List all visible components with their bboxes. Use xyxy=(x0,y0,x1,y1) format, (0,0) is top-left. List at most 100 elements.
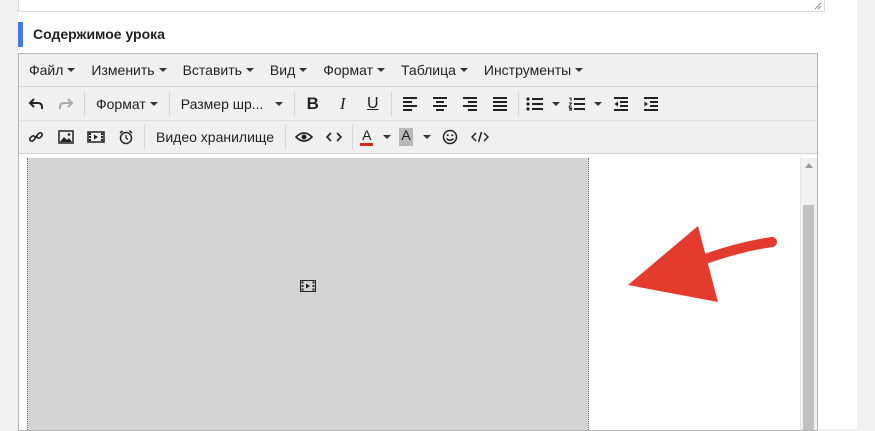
toolbar-separator xyxy=(168,91,170,116)
background-color-icon: A xyxy=(399,128,413,146)
background-color-button[interactable]: A xyxy=(395,124,434,150)
menu-table-label: Таблица xyxy=(400,62,456,78)
menu-format-label: Формат xyxy=(323,62,373,78)
menu-tools-label: Инструменты xyxy=(483,62,572,78)
italic-button[interactable]: I xyxy=(328,91,358,117)
menu-table[interactable]: Таблица xyxy=(393,54,476,86)
bold-button[interactable]: B xyxy=(298,91,328,117)
undo-button[interactable] xyxy=(21,91,51,117)
align-left-button[interactable] xyxy=(395,91,425,117)
video-storage-label: Видео хранилище xyxy=(156,129,275,145)
chevron-down-icon xyxy=(459,68,468,72)
editor-scrollbar[interactable] xyxy=(800,158,817,430)
redo-icon xyxy=(59,97,74,109)
text-color-button[interactable]: A xyxy=(356,124,395,150)
resize-grip-icon[interactable] xyxy=(814,2,822,10)
underline-button[interactable]: U xyxy=(358,91,388,117)
chevron-down-icon xyxy=(245,68,254,72)
preview-button[interactable] xyxy=(289,124,319,150)
toolbar-separator xyxy=(84,91,85,116)
eye-icon xyxy=(295,132,314,142)
source-code-icon xyxy=(470,131,489,143)
section-title: Содержимое урока xyxy=(18,22,165,47)
insert-media-button[interactable] xyxy=(81,124,111,150)
indent-icon xyxy=(643,96,658,111)
chevron-down-icon xyxy=(575,68,584,72)
chevron-down-icon xyxy=(593,101,602,106)
editor-toolbar: Формат Размер шр... B I U Видео хранилищ… xyxy=(19,87,817,154)
format-select[interactable]: Формат xyxy=(88,91,166,117)
toolbar-row-2: Видео хранилище A A xyxy=(19,120,817,153)
insert-datetime-button[interactable] xyxy=(111,124,141,150)
align-right-button[interactable] xyxy=(455,91,485,117)
chevron-down-icon xyxy=(551,101,560,106)
redo-button[interactable] xyxy=(51,91,81,117)
chevron-down-icon xyxy=(149,101,158,106)
code-button[interactable] xyxy=(319,124,349,150)
scrollbar-thumb[interactable] xyxy=(803,205,814,430)
scroll-up-arrow-icon[interactable] xyxy=(805,163,813,168)
format-select-label: Формат xyxy=(96,95,146,112)
toolbar-separator xyxy=(293,91,295,116)
font-size-select[interactable]: Размер шр... xyxy=(173,91,291,117)
menu-file-label: Файл xyxy=(29,62,64,78)
chevron-down-icon xyxy=(299,68,308,72)
film-icon xyxy=(300,280,316,292)
image-icon xyxy=(58,130,74,144)
menu-view-label: Вид xyxy=(269,62,296,78)
text-color-icon: A xyxy=(360,128,374,146)
indent-button[interactable] xyxy=(636,91,666,117)
menu-view[interactable]: Вид xyxy=(262,54,315,86)
emoticons-button[interactable] xyxy=(435,124,465,150)
menu-edit-label: Изменить xyxy=(91,62,155,78)
menu-edit[interactable]: Изменить xyxy=(83,54,174,86)
smiley-icon xyxy=(442,129,457,145)
previous-textarea[interactable] xyxy=(18,0,825,12)
insert-link-button[interactable] xyxy=(21,124,51,150)
chevron-down-icon xyxy=(383,135,392,139)
insert-image-button[interactable] xyxy=(51,124,81,150)
numbered-list-icon xyxy=(567,97,585,110)
underline-icon: U xyxy=(366,94,379,112)
font-size-select-label: Размер шр... xyxy=(180,95,264,112)
chevron-down-icon xyxy=(422,135,431,139)
align-justify-icon xyxy=(492,96,507,111)
toolbar-separator xyxy=(144,125,145,149)
menu-format[interactable]: Формат xyxy=(315,54,393,86)
film-icon xyxy=(87,131,105,143)
video-embed-placeholder[interactable] xyxy=(27,158,589,430)
align-center-icon xyxy=(432,96,447,111)
link-icon xyxy=(28,131,44,143)
code-icon xyxy=(326,132,343,142)
bullet-list-icon xyxy=(526,96,543,111)
chevron-down-icon xyxy=(274,101,283,106)
bullet-list-button[interactable] xyxy=(522,91,564,117)
menu-insert-label: Вставить xyxy=(182,62,242,78)
video-storage-button[interactable]: Видео хранилище xyxy=(148,124,282,150)
toolbar-separator xyxy=(390,91,392,116)
outdent-button[interactable] xyxy=(606,91,636,117)
align-left-icon xyxy=(402,96,417,111)
align-justify-button[interactable] xyxy=(485,91,515,117)
alarm-clock-icon xyxy=(119,130,133,145)
chevron-down-icon xyxy=(376,68,385,72)
chevron-down-icon xyxy=(158,68,167,72)
outdent-icon xyxy=(613,96,628,111)
toolbar-separator xyxy=(352,125,354,149)
toolbar-separator xyxy=(517,91,519,116)
menu-file[interactable]: Файл xyxy=(21,54,83,86)
bold-icon: B xyxy=(306,93,319,113)
undo-icon xyxy=(28,97,43,109)
source-code-button[interactable] xyxy=(465,124,495,150)
menu-insert[interactable]: Вставить xyxy=(175,54,262,86)
toolbar-row-1: Формат Размер шр... B I U xyxy=(19,87,817,120)
editor-menubar: Файл Изменить Вставить Вид Формат Таблиц… xyxy=(19,54,817,87)
menu-tools[interactable]: Инструменты xyxy=(476,54,591,86)
italic-icon: I xyxy=(339,93,346,113)
numbered-list-button[interactable] xyxy=(564,91,606,117)
align-right-icon xyxy=(462,96,477,111)
page-scrollbar[interactable] xyxy=(858,0,875,429)
align-center-button[interactable] xyxy=(425,91,455,117)
toolbar-separator xyxy=(285,125,287,149)
chevron-down-icon xyxy=(67,68,76,72)
